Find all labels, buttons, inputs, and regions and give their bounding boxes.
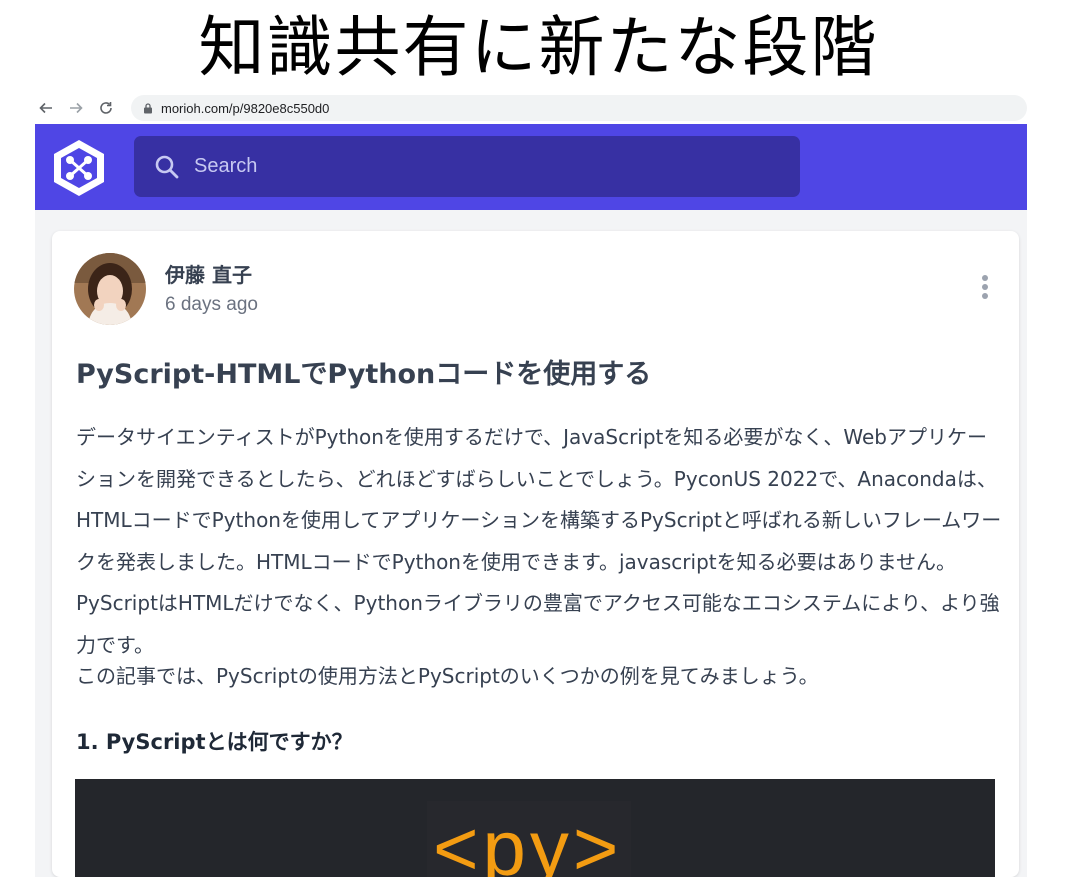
- arrow-right-icon[interactable]: [65, 97, 87, 119]
- reload-icon[interactable]: [95, 97, 117, 119]
- search-placeholder: Search: [194, 155, 258, 177]
- search-input[interactable]: Search: [134, 136, 800, 197]
- site-header: Search: [35, 124, 1027, 210]
- post-time: 6 days ago: [165, 294, 258, 315]
- browser-toolbar: morioh.com/p/9820e8c550d0: [35, 92, 1027, 124]
- hero-image-text: <py>: [433, 804, 623, 877]
- morioh-logo[interactable]: [51, 138, 107, 198]
- banner-title: 知識共有に新たな段階: [198, 9, 879, 86]
- post-paragraph: この記事では、PyScriptの使用方法とPyScriptのいくつかの例を見てみ…: [76, 664, 819, 688]
- banner: 知識共有に新たな段階: [0, 0, 1067, 92]
- search-icon: [155, 155, 179, 178]
- more-vertical-icon[interactable]: [981, 275, 989, 303]
- lock-icon: [144, 102, 152, 113]
- author-name[interactable]: 伊藤 直子: [165, 259, 252, 288]
- avatar[interactable]: [74, 253, 146, 325]
- arrow-left-icon[interactable]: [35, 97, 57, 119]
- post-paragraph: データサイエンティストがPythonを使用するだけで、JavaScriptを知る…: [76, 425, 1002, 657]
- address-bar[interactable]: morioh.com/p/9820e8c550d0: [131, 95, 1027, 121]
- post-title: PyScript-HTMLでPythonコードを使用する: [76, 359, 652, 390]
- hero-image: <py>: [75, 779, 995, 877]
- url-text: morioh.com/p/9820e8c550d0: [161, 100, 330, 116]
- post-card: 伊藤 直子 6 days ago PyScript-HTMLでPythonコード…: [52, 231, 1019, 877]
- section-heading: 1. PyScriptとは何ですか？: [76, 730, 353, 754]
